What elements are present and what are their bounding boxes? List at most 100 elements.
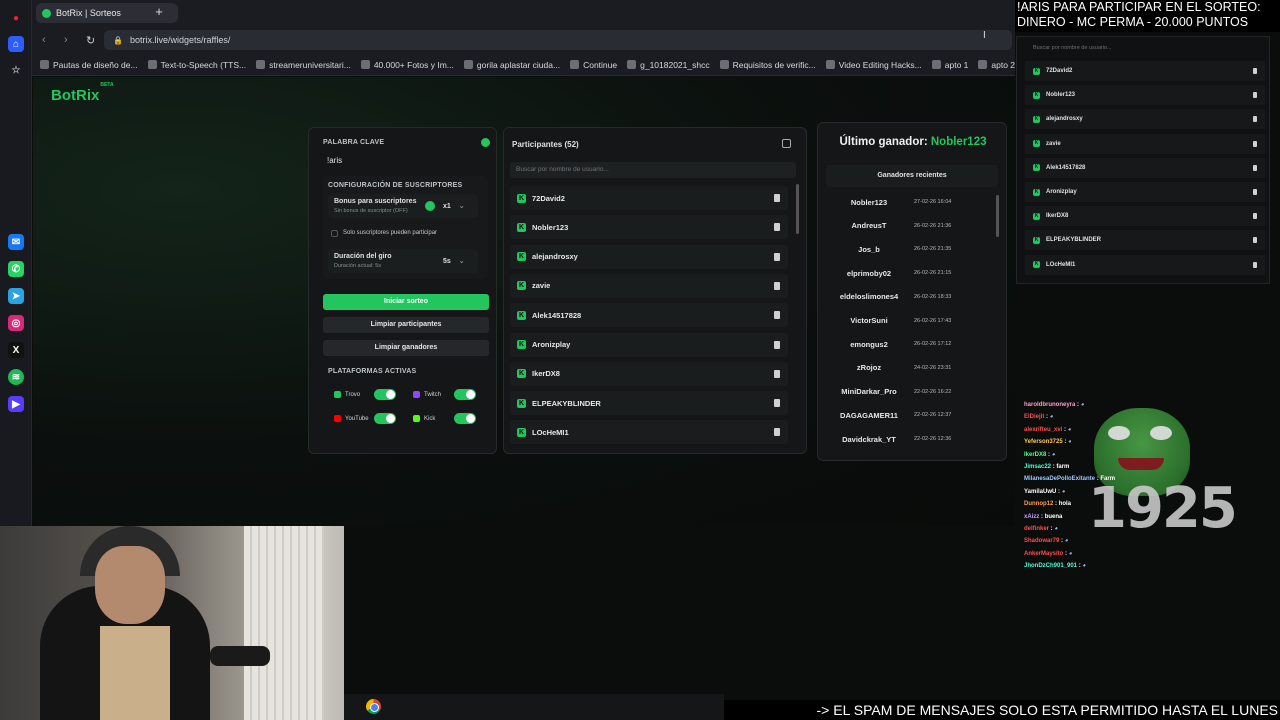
participant-row[interactable]: K Nobler123: [510, 215, 788, 240]
winner-name: eldeloslimones4: [839, 292, 899, 302]
spin-duration-row: Duración del giro Duración actual: 5s 5s…: [328, 249, 478, 273]
opera-logo-icon[interactable]: ●: [8, 10, 24, 26]
messenger-icon[interactable]: ✉: [8, 234, 24, 250]
bookmark-item[interactable]: streameruniversitari...: [256, 60, 351, 70]
winner-name: AndreusT: [851, 221, 887, 231]
bookmark-item[interactable]: Text-to-Speech (TTS...: [147, 60, 246, 70]
participant-row[interactable]: K IkerDX8: [510, 361, 788, 386]
chrome-icon[interactable]: [366, 699, 381, 714]
bookmark-item[interactable]: Video Editing Hacks...: [825, 60, 922, 70]
clear-winners-button[interactable]: Limpiar ganadores: [323, 340, 489, 356]
star-icon[interactable]: ☆: [8, 62, 24, 78]
subs-only-checkbox[interactable]: [331, 230, 338, 237]
x-icon[interactable]: X: [8, 342, 24, 358]
overlay-participant-name: IkerDX8: [1046, 213, 1069, 220]
participant-row[interactable]: K LOcHeMI1: [510, 420, 788, 445]
info-icon: [481, 138, 490, 147]
url-input[interactable]: 🔒 botrix.live/widgets/raffles/: [104, 30, 1012, 50]
winner-name: Nobler123: [850, 197, 888, 207]
bookmarks-bar: Pautas de diseño de... Text-to-Speech (TT…: [32, 54, 1015, 76]
participant-row[interactable]: Kalejandrosxy: [510, 244, 788, 269]
winner-date: 26-02-26 21:35: [914, 246, 952, 253]
platform-label: Trovo: [345, 391, 361, 398]
spotify-icon[interactable]: ≋: [8, 369, 24, 385]
trash-icon[interactable]: [774, 223, 780, 232]
platform-toggle[interactable]: [374, 389, 396, 400]
participant-name: 72David2: [532, 193, 565, 203]
twitch-icon: [413, 391, 420, 398]
platform-toggle[interactable]: [454, 413, 476, 424]
bookmark-item[interactable]: g_10182021_shcc: [627, 60, 710, 70]
participants-panel: Participantes (52) Buscar por nombre de …: [503, 127, 807, 454]
trash-icon[interactable]: [774, 252, 780, 261]
overlay-participant-name: Nobler123: [1046, 92, 1076, 99]
trash-icon[interactable]: [774, 428, 780, 437]
keyword-input[interactable]: !aris: [327, 156, 342, 165]
bookmark-item[interactable]: Pautas de diseño de...: [40, 60, 138, 70]
winner-name: Jos_b: [858, 244, 880, 254]
platform-label: Kick: [424, 415, 436, 422]
bookmark-item[interactable]: Requisitos de verific...: [719, 60, 816, 70]
home-icon[interactable]: ⌂: [8, 36, 24, 52]
bookmark-item[interactable]: apto 1: [931, 60, 968, 70]
platform-toggle[interactable]: [374, 413, 396, 424]
instagram-icon[interactable]: ◎: [8, 315, 24, 331]
participants-title: Participantes (52): [512, 140, 579, 149]
kick-icon: K: [1033, 91, 1040, 99]
bookmark-item[interactable]: 40.000+ Fotos y Im...: [360, 59, 454, 70]
copy-icon[interactable]: [782, 139, 791, 148]
bookmark-item[interactable]: apto 2: [978, 60, 1015, 70]
platform-toggle[interactable]: [454, 389, 476, 400]
winner-row: elprimoby02 26-02-26 21:15: [824, 262, 984, 284]
reload-icon[interactable]: ↻: [86, 34, 95, 47]
bookmark-label: Pautas de diseño de...: [53, 59, 138, 70]
bookmark-item[interactable]: gorila aplastar ciuda...: [463, 60, 560, 70]
winner-row: MiniDarkar_Pro 22-02-26 16:22: [824, 381, 984, 403]
trash-icon[interactable]: [774, 369, 780, 378]
emote-icon: ◕: [1067, 426, 1072, 433]
bookmark-item[interactable]: Continue: [570, 60, 617, 70]
bookmark-label: 40.000+ Fotos y Im...: [373, 59, 454, 70]
telegram-icon[interactable]: ➤: [8, 288, 24, 304]
chat-username: IkerDX8: [1024, 451, 1047, 458]
back-icon[interactable]: ‹: [42, 34, 46, 46]
participant-row[interactable]: K ELPEAKYBLINDER: [510, 391, 788, 416]
trash-icon[interactable]: [774, 194, 780, 202]
spin-duration-select[interactable]: 5s ⌄: [443, 257, 465, 265]
bookmark-icon: [40, 60, 49, 69]
player-icon[interactable]: ▶: [8, 396, 24, 412]
participant-row[interactable]: K Aronizplay: [510, 332, 788, 357]
chat-line: haroldbrunoneyra : ◕: [1024, 402, 1134, 414]
chat-username: YamilaUwU: [1024, 488, 1057, 495]
participants-search-input[interactable]: Buscar por nombre de usuario...: [510, 162, 796, 178]
trash-icon[interactable]: [774, 311, 780, 320]
winner-date: 26-02-26 21:36: [914, 222, 952, 229]
chat-line: YamilaUwU : ◕: [1024, 489, 1134, 501]
participant-row[interactable]: K 72David2: [510, 186, 788, 210]
streamer-shirt: [100, 626, 170, 720]
chat-line: AnkerMaysito : ◕: [1024, 551, 1134, 563]
emote-icon: ◕: [1068, 439, 1072, 446]
bookmark-icon: [256, 60, 266, 69]
participants-scrollbar[interactable]: [796, 184, 799, 234]
sub-bonus-toggle-icon[interactable]: [425, 201, 435, 211]
sub-bonus-select[interactable]: x1 ⌄: [443, 202, 465, 210]
participant-row[interactable]: K Alek14517828: [510, 303, 788, 328]
clear-participants-button[interactable]: Limpiar participantes: [323, 317, 489, 333]
winner-row: AndreusT 26-02-26 21:36: [824, 215, 984, 237]
participant-row[interactable]: Kzavie: [510, 273, 788, 298]
chat-username: haroldbrunoneyra: [1024, 402, 1076, 408]
winner-row: zRojoz 24-02-26 23:31: [824, 357, 984, 379]
winners-scrollbar[interactable]: [996, 195, 999, 237]
trash-icon[interactable]: [774, 399, 780, 408]
forward-icon[interactable]: ›: [64, 34, 68, 46]
chat-username: delfinker: [1024, 525, 1050, 532]
new-tab-button[interactable]: +: [152, 5, 166, 19]
whatsapp-icon[interactable]: ✆: [8, 261, 24, 277]
botrix-logo[interactable]: BotRixBETA: [51, 82, 114, 104]
chat-line: ElDiejit : ◕: [1024, 414, 1134, 426]
trash-icon[interactable]: [774, 281, 780, 290]
start-raffle-button[interactable]: Iniciar sorteo: [323, 294, 489, 310]
url-text: botrix.live/widgets/raffles/: [130, 35, 231, 45]
trash-icon[interactable]: [774, 340, 780, 349]
